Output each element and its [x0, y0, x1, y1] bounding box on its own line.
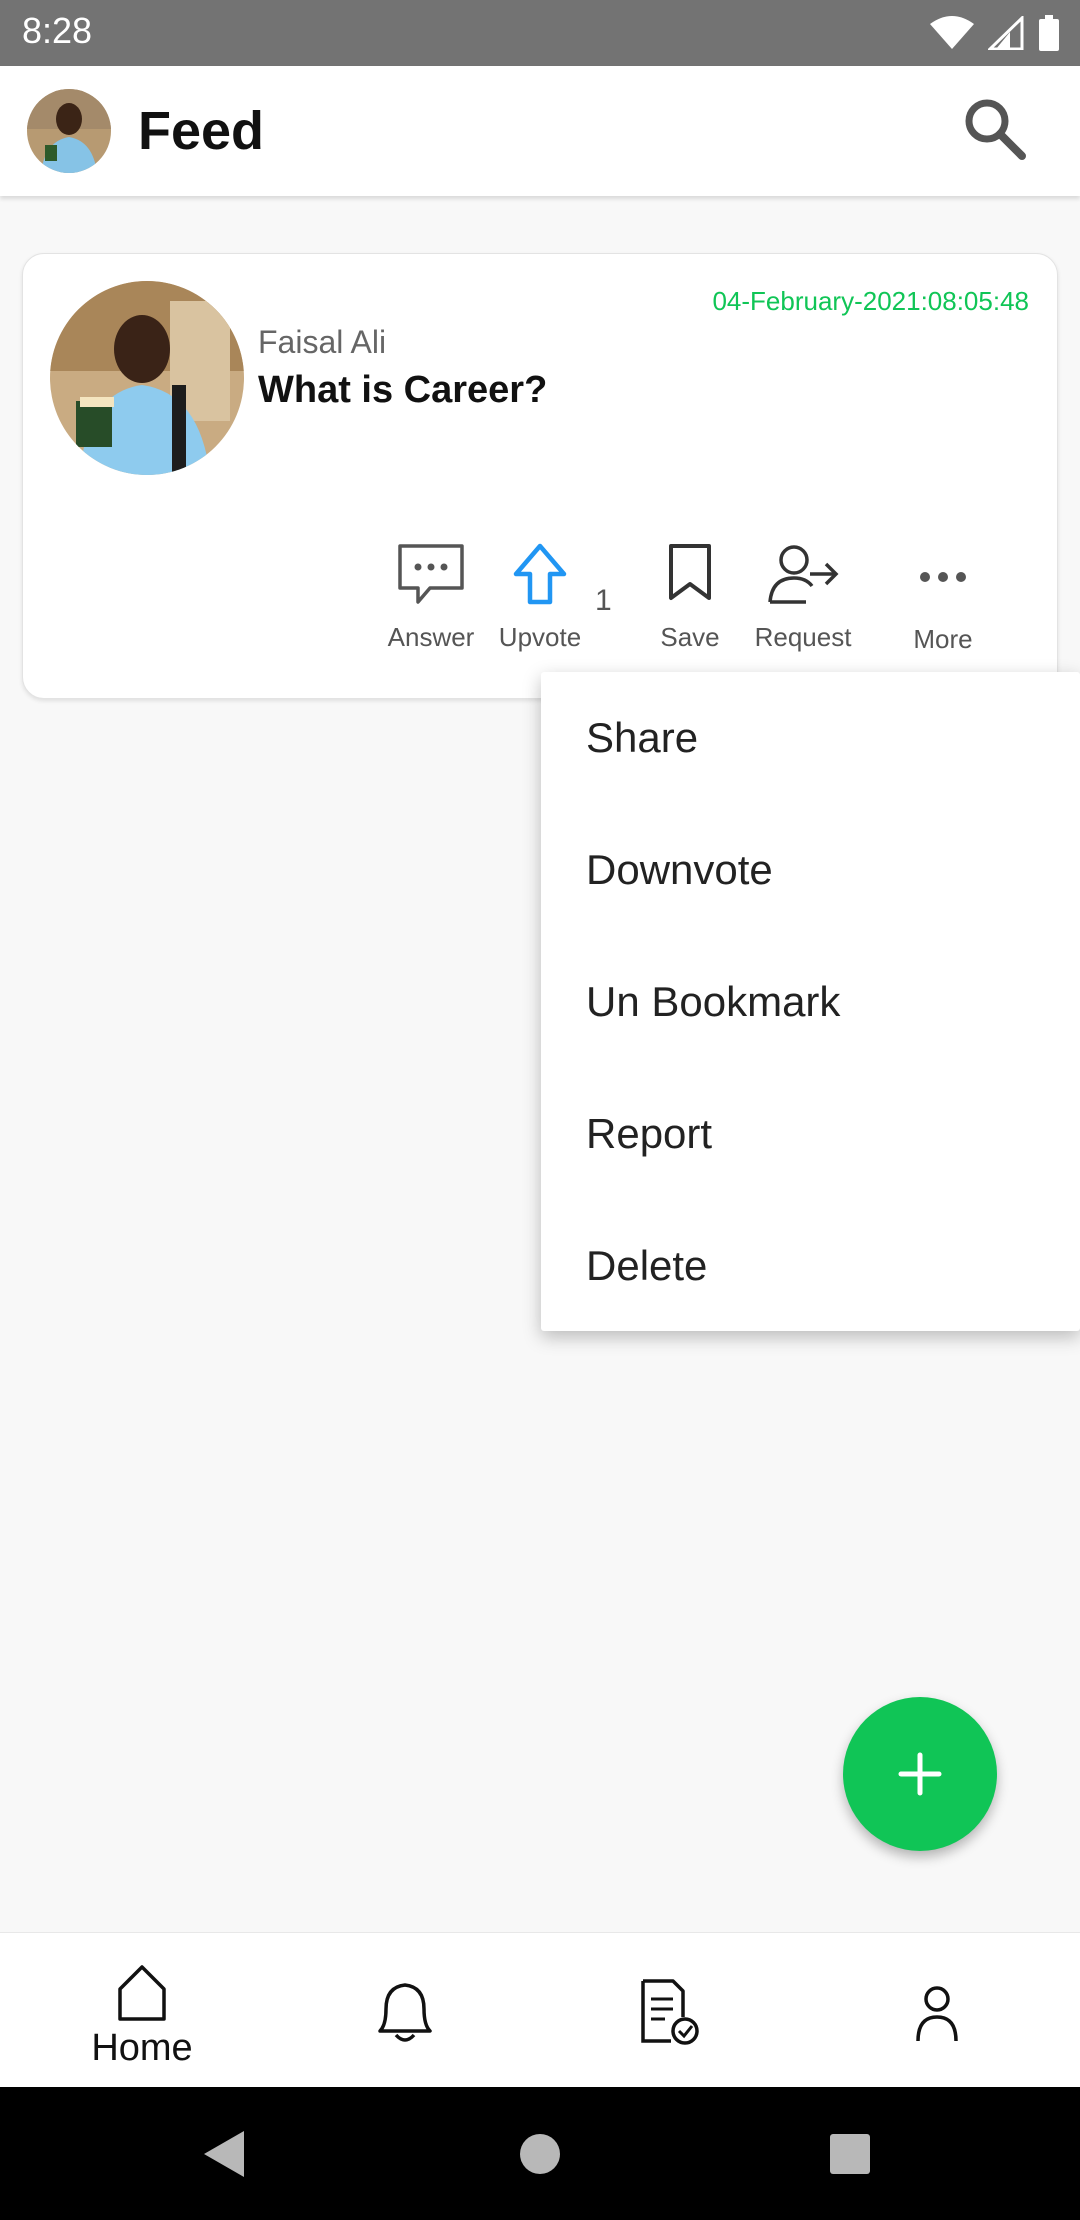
bell-icon — [378, 1983, 432, 2042]
nav-home-label: Home — [91, 2027, 193, 2069]
more-button[interactable]: More — [888, 544, 998, 655]
back-icon[interactable] — [200, 2129, 250, 2179]
system-navigation — [0, 2087, 1080, 2220]
request-user-icon — [768, 545, 839, 604]
post-timestamp: 04-February-2021:08:05:48 — [712, 286, 1029, 316]
menu-item-share[interactable]: Share — [586, 714, 698, 762]
question-card[interactable]: 04-February-2021:08:05:48 Faisal Ali Wha… — [22, 253, 1058, 699]
recents-icon[interactable] — [828, 2132, 872, 2176]
cell-signal-icon — [988, 16, 1024, 50]
request-button[interactable]: Request — [738, 542, 868, 653]
person-icon — [916, 1986, 958, 2042]
nav-home[interactable]: Home — [7, 1933, 277, 2088]
menu-item-un-bookmark[interactable]: Un Bookmark — [586, 978, 840, 1026]
request-label: Request — [754, 622, 852, 652]
more-dots-icon — [920, 572, 966, 582]
menu-item-downvote[interactable]: Downvote — [586, 846, 773, 894]
search-button[interactable] — [960, 94, 1030, 164]
plus-icon — [898, 1752, 942, 1796]
comment-icon — [398, 544, 464, 604]
more-options-menu: Share Downvote Un Bookmark Report Delete — [541, 672, 1080, 1331]
home-circle-icon[interactable] — [518, 2132, 562, 2176]
home-icon — [118, 1965, 166, 2021]
answer-label: Answer — [387, 622, 475, 652]
author-name[interactable]: Faisal Ali — [258, 324, 386, 361]
answer-button[interactable]: Answer — [376, 542, 486, 653]
upvote-label: Upvote — [498, 622, 582, 652]
more-label: More — [913, 624, 973, 654]
battery-icon — [1039, 15, 1059, 51]
author-avatar[interactable] — [50, 281, 244, 475]
document-check-icon — [641, 1979, 699, 2045]
nav-documents[interactable] — [535, 1933, 805, 2088]
wifi-icon — [930, 16, 974, 49]
nav-profile[interactable] — [802, 1933, 1072, 2088]
save-label: Save — [660, 622, 720, 652]
nav-notifications[interactable] — [270, 1933, 540, 2088]
bookmark-icon — [669, 544, 711, 600]
menu-item-delete[interactable]: Delete — [586, 1242, 707, 1290]
status-bar: 8:28 — [0, 0, 1080, 66]
menu-item-report[interactable]: Report — [586, 1110, 712, 1158]
upvote-count: 1 — [595, 584, 612, 617]
upvote-button[interactable]: Upvote — [485, 542, 595, 653]
status-icons — [930, 14, 1060, 52]
upvote-arrow-icon — [513, 543, 567, 605]
question-title[interactable]: What is Career? — [258, 369, 547, 412]
page-title: Feed — [138, 101, 265, 161]
add-question-button[interactable] — [843, 1697, 997, 1851]
user-avatar[interactable] — [27, 89, 111, 173]
status-time: 8:28 — [22, 10, 93, 51]
bottom-navigation: Home — [0, 1932, 1080, 2087]
app-bar: Feed — [0, 66, 1080, 196]
search-icon — [965, 99, 1026, 160]
save-button[interactable]: Save — [645, 542, 735, 653]
